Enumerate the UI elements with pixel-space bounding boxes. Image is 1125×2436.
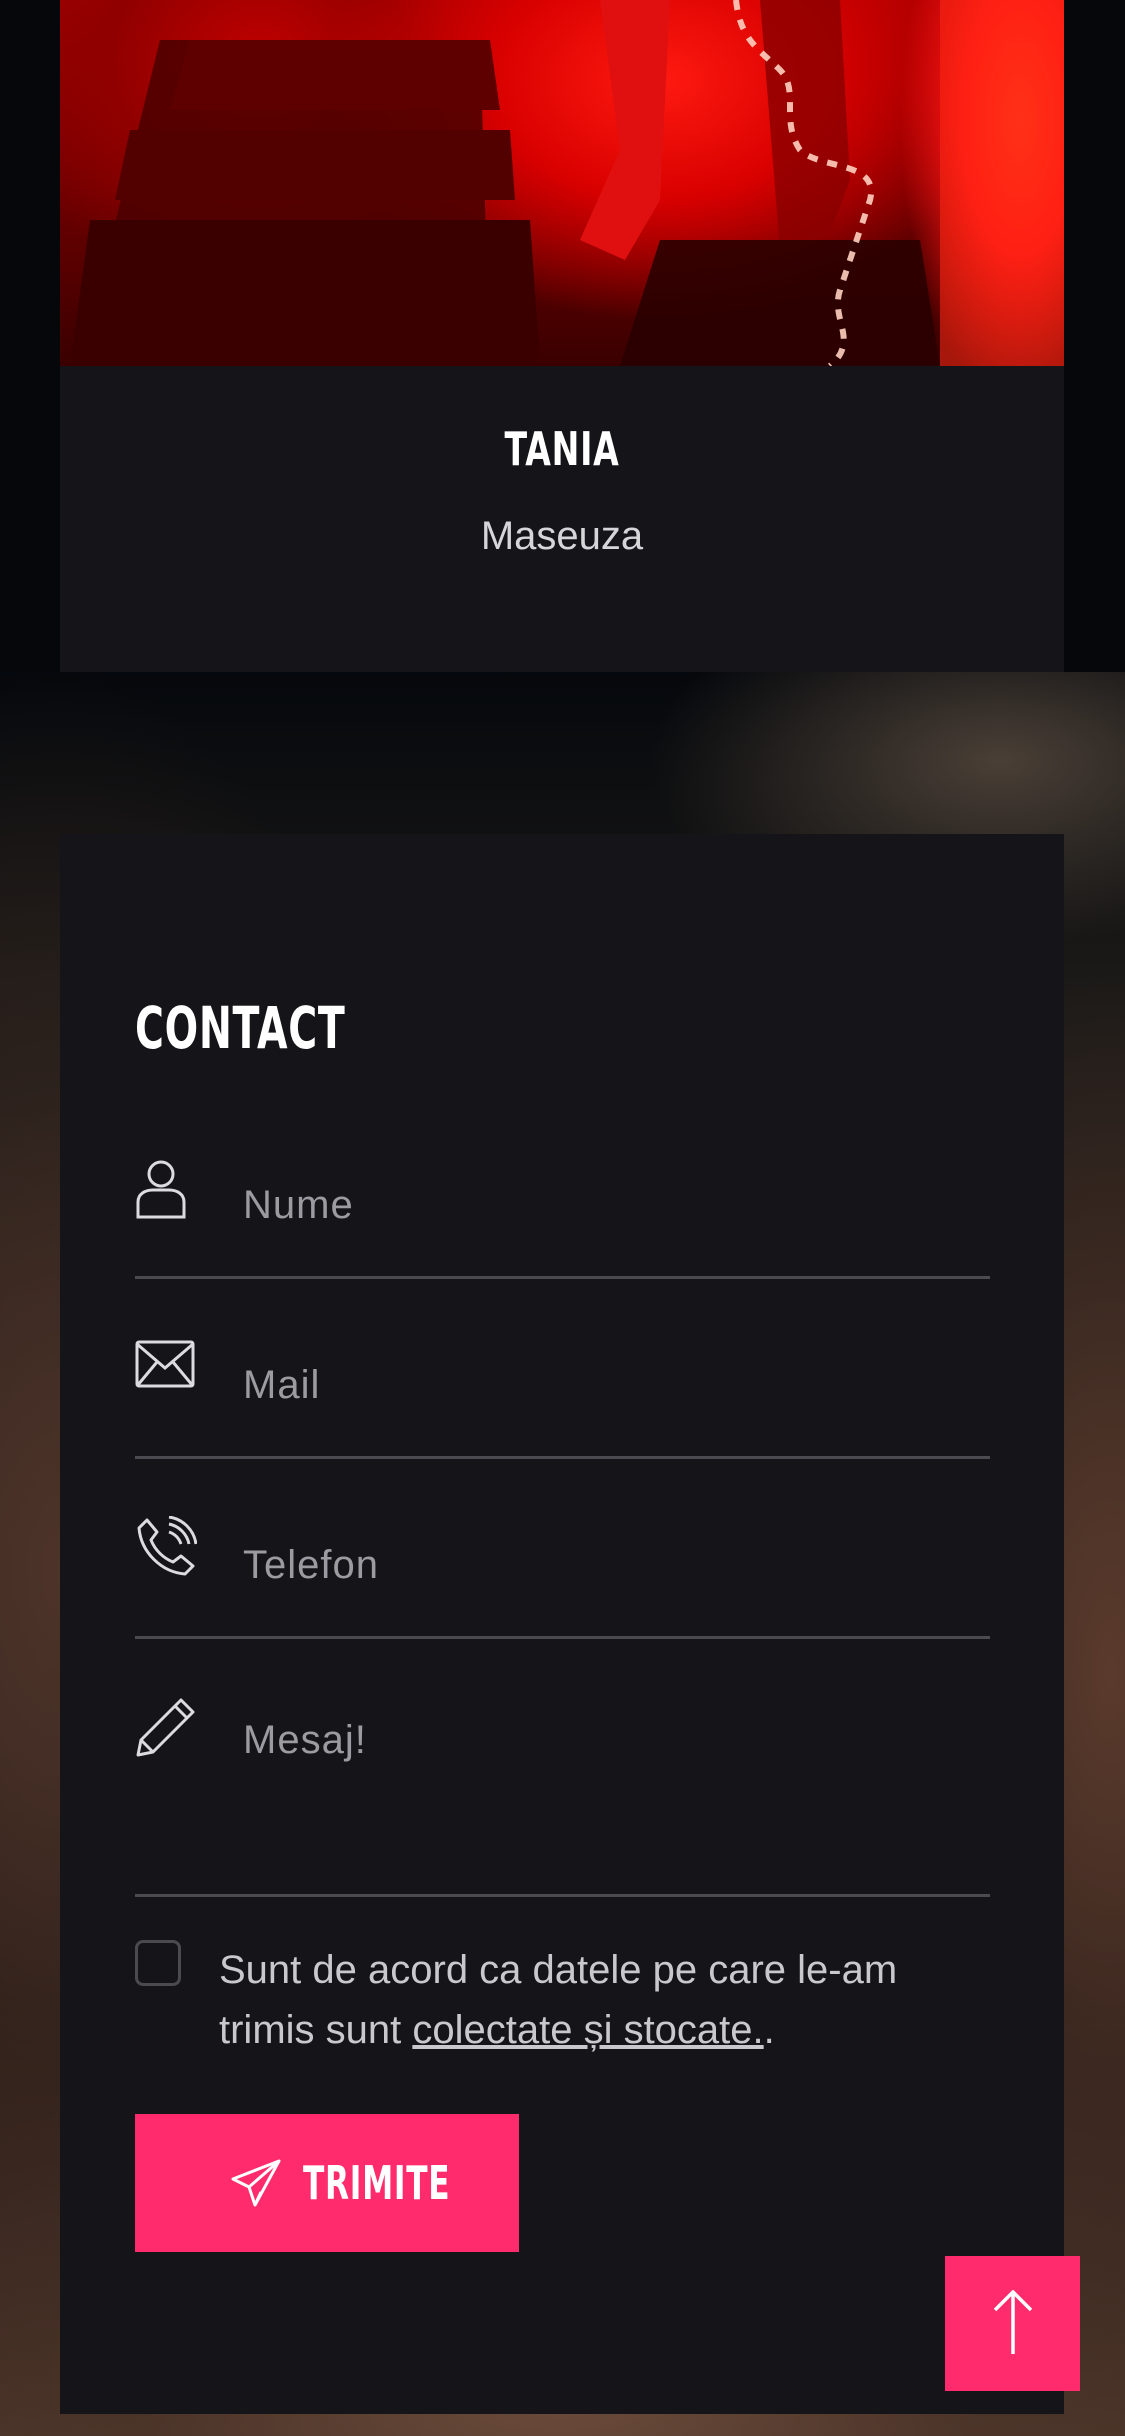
consent-text: Sunt de acord ca datele pe care le-am tr…: [219, 1940, 989, 2060]
consent-checkbox[interactable]: [135, 1940, 181, 1986]
profile-info: TANIA Maseuza: [60, 366, 1064, 672]
contact-title: CONTACT: [135, 994, 346, 1062]
profile-role: Maseuza: [480, 514, 644, 558]
envelope-icon: [135, 1340, 195, 1388]
phone-icon: [135, 1516, 197, 1578]
phone-input[interactable]: [243, 1540, 983, 1590]
mail-field-row: [135, 1330, 990, 1459]
submit-button[interactable]: TRIMITE: [135, 2114, 519, 2252]
user-icon: [135, 1158, 187, 1220]
name-input[interactable]: [243, 1180, 983, 1230]
pencil-icon: [135, 1696, 197, 1758]
back-to-top-button[interactable]: [945, 2256, 1080, 2391]
profile-card: TANIA Maseuza: [60, 0, 1064, 672]
profile-photo: [60, 0, 1064, 366]
name-field-row: [135, 1150, 990, 1279]
contact-card: CONTACT Nume Mail Telefon Mesaj! Sunt de…: [60, 834, 1064, 2414]
mail-input[interactable]: [243, 1360, 983, 1410]
message-textarea[interactable]: [243, 1718, 983, 1868]
consent-row: Sunt de acord ca datele pe care le-am tr…: [135, 1940, 990, 2060]
send-icon: [231, 2159, 281, 2210]
arrow-up-icon: [993, 2290, 1033, 2354]
consent-link[interactable]: colectate și stocate.: [412, 2008, 763, 2052]
message-field-row: [135, 1690, 990, 1897]
submit-label: TRIMITE: [303, 2156, 451, 2210]
consent-text-after: .: [763, 2008, 775, 2052]
profile-photo-art: [70, 0, 1064, 366]
profile-name: TANIA: [504, 422, 620, 476]
phone-field-row: [135, 1510, 990, 1639]
